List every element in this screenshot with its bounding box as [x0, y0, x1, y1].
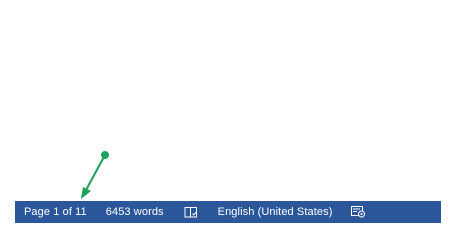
- proofing-book-icon[interactable]: [183, 201, 199, 223]
- annotation-arrow-shaft: [85, 154, 106, 191]
- track-changes-icon: [350, 206, 365, 218]
- book-icon: [184, 207, 197, 218]
- window-canvas: Page 1 of 11 6453 words English (United …: [0, 0, 460, 240]
- annotation-arrow-tail-dot: [101, 151, 109, 159]
- annotation-arrow-head: [81, 187, 91, 199]
- language-indicator[interactable]: English (United States): [218, 201, 333, 223]
- page-number-indicator[interactable]: Page 1 of 11: [24, 201, 87, 223]
- word-count-indicator[interactable]: 6453 words: [106, 201, 164, 223]
- track-changes-button[interactable]: [349, 201, 367, 223]
- status-bar: Page 1 of 11 6453 words English (United …: [15, 201, 441, 223]
